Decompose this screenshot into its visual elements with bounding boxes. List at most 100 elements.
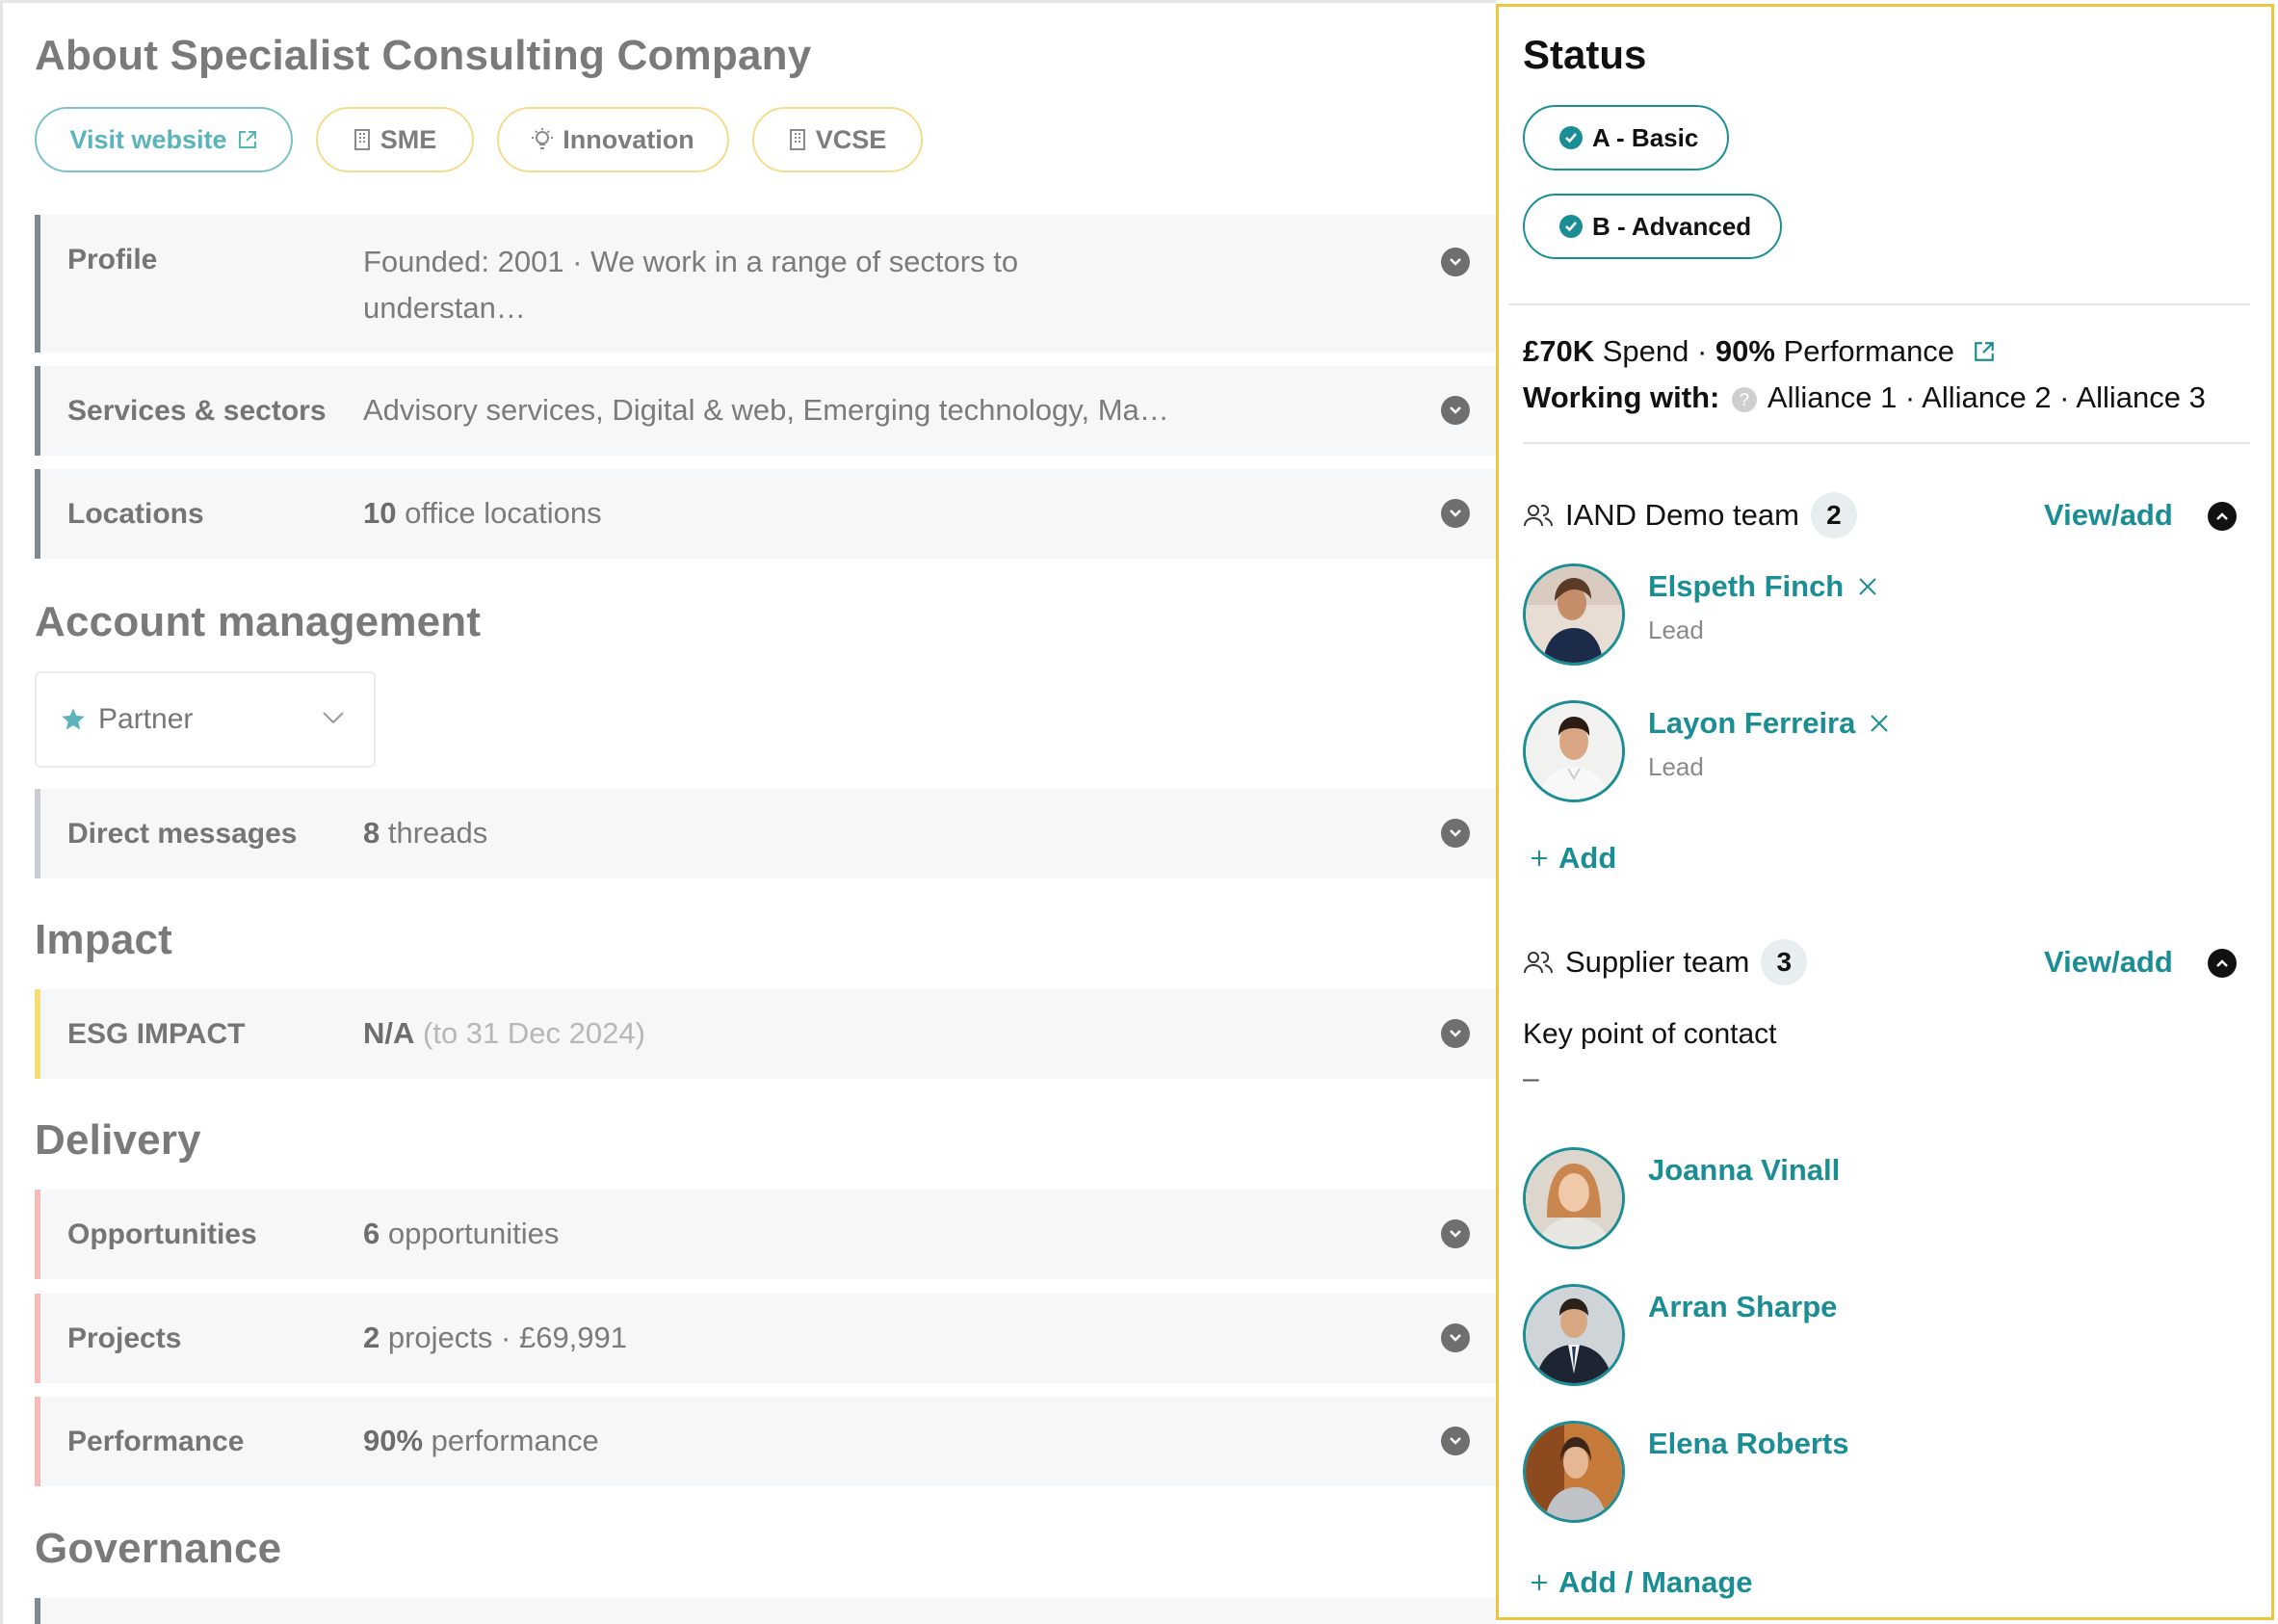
- close-icon[interactable]: [1857, 576, 1878, 597]
- account-management-title: Account management: [35, 598, 482, 645]
- tag-vcse-label: VCSE: [815, 124, 887, 154]
- relationship-select[interactable]: Partner: [35, 671, 376, 768]
- tag-innovation[interactable]: Innovation: [497, 107, 729, 172]
- chevron-up-icon[interactable]: [2208, 502, 2237, 531]
- row-value: 8 threads: [363, 810, 487, 856]
- help-icon[interactable]: ?: [1731, 387, 1757, 412]
- add-team-member-button[interactable]: Add: [1530, 841, 1616, 876]
- row-value: N/A (to 31 Dec 2024): [363, 1010, 645, 1057]
- value-period: (to 31 Dec 2024): [414, 1016, 645, 1050]
- plus-icon: [1532, 1575, 1547, 1590]
- people-icon: [1524, 952, 1553, 974]
- value-number: 8: [363, 816, 380, 850]
- iand-team-header: IAND Demo team 2: [1523, 492, 1857, 538]
- row-label: Services & sectors: [67, 395, 327, 427]
- chevron-down-icon[interactable]: [1441, 1427, 1470, 1455]
- team-count-badge: 2: [1810, 492, 1857, 538]
- check-icon: [1559, 215, 1583, 238]
- row-label: Direct messages: [67, 818, 298, 850]
- chevron-down-icon[interactable]: [1441, 1323, 1470, 1352]
- value-number: 10: [363, 496, 397, 530]
- spend-value: £70K: [1523, 334, 1595, 368]
- opportunities-row[interactable]: Opportunities 6 opportunities: [35, 1190, 1496, 1279]
- spend-label: Spend ·: [1594, 334, 1715, 368]
- chevron-down-icon[interactable]: [1441, 1019, 1470, 1048]
- chevron-up-icon[interactable]: [2208, 949, 2237, 978]
- status-badge-b[interactable]: B - Advanced: [1523, 194, 1783, 259]
- status-badge-label: B - Advanced: [1592, 211, 1752, 241]
- member-name: Layon Ferreira: [1648, 706, 1856, 740]
- governance-row[interactable]: [35, 1598, 1496, 1624]
- chevron-down-icon[interactable]: [1441, 1219, 1470, 1248]
- chevron-down-icon[interactable]: [1441, 819, 1470, 848]
- avatar[interactable]: [1523, 1147, 1625, 1249]
- external-link-icon: [238, 131, 256, 148]
- value-text: performance: [423, 1424, 599, 1457]
- people-icon: [1524, 505, 1553, 527]
- profile-line-2: understan…: [363, 291, 526, 325]
- avatar[interactable]: [1523, 1421, 1625, 1523]
- value-text: threads: [380, 816, 488, 850]
- tag-sme[interactable]: SME: [316, 107, 474, 172]
- status-badge-a[interactable]: A - Basic: [1523, 105, 1730, 170]
- impact-title: Impact: [35, 916, 173, 963]
- working-with-line: Working with: ? Alliance 1 · Alliance 2 …: [1523, 380, 2206, 415]
- star-icon: [62, 708, 85, 730]
- value-number: 2: [363, 1321, 380, 1354]
- value-number: 90%: [363, 1424, 424, 1457]
- services-sectors-row[interactable]: Services & sectors Advisory services, Di…: [35, 366, 1496, 456]
- chevron-down-icon[interactable]: [1441, 248, 1470, 276]
- add-manage-label: Add / Manage: [1558, 1565, 1753, 1599]
- avatar[interactable]: [1523, 700, 1625, 802]
- close-icon[interactable]: [1869, 713, 1890, 734]
- avatar[interactable]: [1523, 1284, 1625, 1386]
- check-icon: [1559, 126, 1583, 149]
- row-value: Advisory services, Digital & web, Emergi…: [363, 393, 1169, 427]
- building-icon: [789, 129, 805, 150]
- row-label: Performance: [67, 1426, 245, 1457]
- working-with-value: Alliance 1 · Alliance 2 · Alliance 3: [1767, 380, 2206, 414]
- divider: [1523, 442, 2250, 444]
- iand-view-add-link[interactable]: View/add: [2044, 498, 2173, 533]
- performance-row[interactable]: Performance 90% performance: [35, 1397, 1496, 1486]
- performance-value: 90%: [1715, 334, 1775, 368]
- profile-line-1: Founded: 2001 · We work in a range of se…: [363, 245, 1019, 278]
- tag-vcse[interactable]: VCSE: [752, 107, 923, 172]
- team-count-badge: 3: [1761, 939, 1808, 985]
- chevron-down-icon[interactable]: [1441, 396, 1470, 425]
- member-role: Lead: [1648, 616, 1704, 644]
- row-label: ESG IMPACT: [67, 1018, 246, 1050]
- projects-row[interactable]: Projects 2 projects · £69,991: [35, 1294, 1496, 1383]
- supplier-member-name[interactable]: Joanna Vinall: [1648, 1153, 1840, 1188]
- status-title: Status: [1523, 32, 1647, 77]
- locations-row[interactable]: Locations 10 office locations: [35, 469, 1496, 559]
- external-link-icon[interactable]: [1973, 340, 1996, 363]
- supplier-member-name[interactable]: Elena Roberts: [1648, 1427, 1848, 1461]
- supplier-team-header: Supplier team 3: [1523, 939, 1808, 985]
- supplier-view-add-link[interactable]: View/add: [2044, 945, 2173, 980]
- team-member-name[interactable]: Elspeth Finch: [1648, 569, 1878, 604]
- row-label: Projects: [67, 1323, 182, 1354]
- row-value: 90% performance: [363, 1418, 599, 1464]
- esg-impact-row[interactable]: ESG IMPACT N/A (to 31 Dec 2024): [35, 989, 1496, 1079]
- direct-messages-row[interactable]: Direct messages 8 threads: [35, 789, 1496, 878]
- add-manage-button[interactable]: Add / Manage: [1530, 1565, 1753, 1600]
- chevron-down-icon[interactable]: [1441, 499, 1470, 528]
- team-member-name[interactable]: Layon Ferreira: [1648, 706, 1890, 741]
- member-role: Lead: [1648, 752, 1704, 781]
- performance-label: Performance: [1774, 334, 1955, 368]
- value-text: opportunities: [380, 1217, 560, 1250]
- visit-website-button[interactable]: Visit website: [35, 107, 293, 172]
- divider: [1508, 303, 2250, 305]
- avatar[interactable]: [1523, 563, 1625, 666]
- supplier-member-name[interactable]: Arran Sharpe: [1648, 1290, 1837, 1324]
- row-value: 6 opportunities: [363, 1211, 559, 1257]
- row-label: Locations: [67, 498, 204, 530]
- value-number: N/A: [363, 1016, 415, 1050]
- delivery-title: Delivery: [35, 1116, 201, 1164]
- profile-row[interactable]: Profile Founded: 2001 · We work in a ran…: [35, 215, 1496, 353]
- team-name: IAND Demo team: [1565, 498, 1799, 532]
- building-icon: [353, 129, 370, 150]
- lightbulb-icon: [532, 128, 554, 149]
- about-title: About Specialist Consulting Company: [35, 32, 812, 79]
